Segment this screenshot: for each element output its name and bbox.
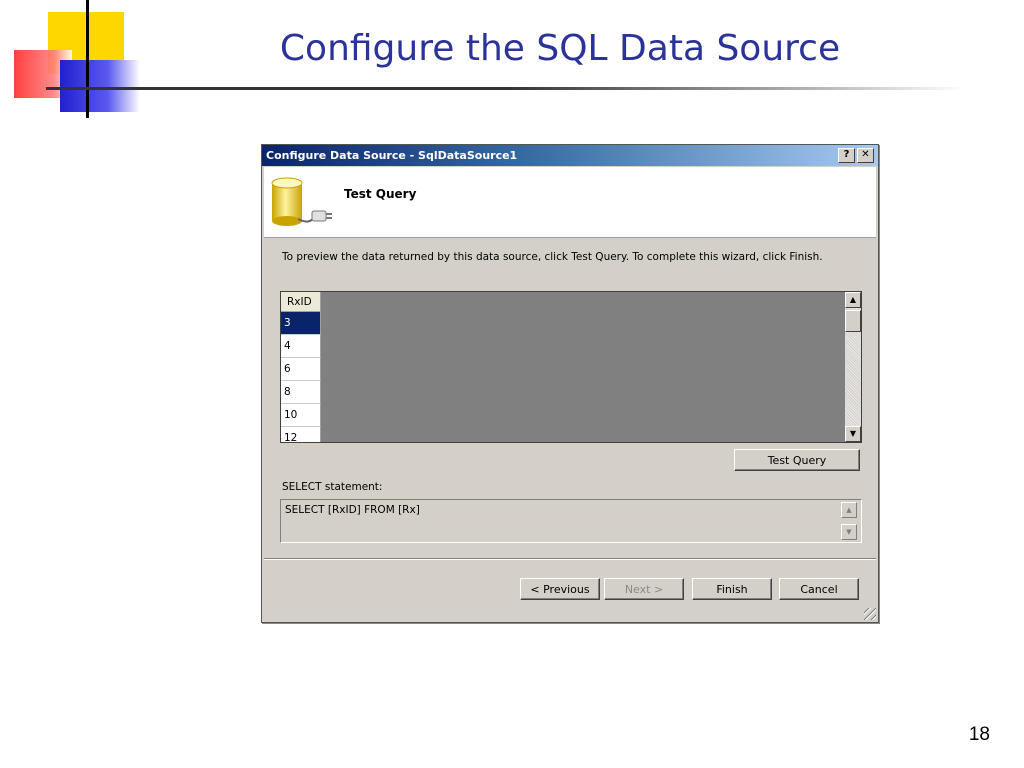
grid-row[interactable]: 10 [281,404,321,427]
select-statement-value: SELECT [RxID] FROM [Rx] [285,504,420,516]
test-query-button[interactable]: Test Query [734,449,860,471]
decor-blue-square [60,60,140,112]
column-header-rxid[interactable]: RxID [281,292,321,312]
grid-row[interactable]: 6 [281,358,321,381]
scroll-up-arrow-icon[interactable]: ▲ [845,292,861,308]
wizard-step-title: Test Query [344,187,417,201]
next-button[interactable]: Next > [604,578,684,600]
grid-row[interactable]: 8 [281,381,321,404]
resize-grip-icon[interactable] [864,608,876,620]
dialog-title: Configure Data Source - SqlDataSource1 [266,149,518,162]
decor-horizontal-line [46,87,966,90]
cancel-button[interactable]: Cancel [779,578,859,600]
dialog-titlebar[interactable]: Configure Data Source - SqlDataSource1 ?… [262,145,878,166]
sql-scroll-down-icon[interactable]: ▼ [841,524,857,540]
database-icon [271,177,332,226]
scroll-thumb[interactable] [845,310,861,332]
previous-button[interactable]: < Previous [520,578,600,600]
button-separator [264,558,876,560]
decor-vertical-line [86,0,89,118]
scroll-down-arrow-icon[interactable]: ▼ [845,426,861,442]
page-number: 18 [968,724,990,745]
select-statement-label: SELECT statement: [282,481,383,493]
grid-scrollbar[interactable]: ▲ ▼ [845,292,861,442]
slide-title: Configure the SQL Data Source [279,28,841,69]
finish-button[interactable]: Finish [692,578,772,600]
select-statement-field[interactable]: SELECT [RxID] FROM [Rx] ▲ ▼ [280,499,862,543]
grid-row[interactable]: 3 [281,312,321,335]
help-button[interactable]: ? [838,148,855,163]
close-button[interactable]: ✕ [857,148,874,163]
wizard-header: Test Query [264,167,876,238]
sql-scroll-up-icon[interactable]: ▲ [841,502,857,518]
grid-rows: 3 4 6 8 10 12 [281,312,321,442]
results-grid[interactable]: RxID 3 4 6 8 10 12 ▲ ▼ [280,291,862,443]
instruction-text: To preview the data returned by this dat… [282,251,823,263]
grid-row[interactable]: 4 [281,335,321,358]
grid-row[interactable]: 12 [281,427,321,442]
configure-data-source-dialog: Configure Data Source - SqlDataSource1 ?… [261,144,879,623]
